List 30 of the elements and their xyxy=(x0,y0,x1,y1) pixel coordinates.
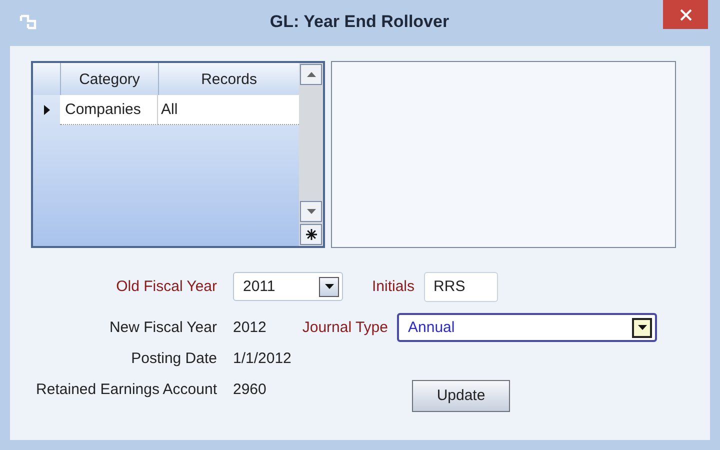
new-row-button[interactable] xyxy=(300,224,322,245)
up-arrow-icon xyxy=(306,72,316,77)
field-label: Retained Earnings Account xyxy=(35,381,217,398)
field-label: Posting Date xyxy=(130,350,217,367)
scrollbar[interactable] xyxy=(299,63,324,246)
field-label: New Fiscal Year xyxy=(108,319,217,336)
initials-field[interactable]: RRS xyxy=(424,272,498,302)
dropdown-arrow-icon xyxy=(638,325,646,330)
field-value: 2960 xyxy=(233,381,268,398)
field-label: Journal Type xyxy=(301,319,388,336)
scroll-up-button[interactable] xyxy=(300,64,322,85)
window-title: GL: Year End Rollover xyxy=(268,12,450,32)
field-label: Initials xyxy=(372,278,415,295)
asterisk-icon xyxy=(306,229,317,240)
table-cell: All xyxy=(158,95,300,125)
down-arrow-icon xyxy=(306,209,316,214)
scroll-down-button[interactable] xyxy=(300,201,322,222)
journal-type-dropdown[interactable]: Annual xyxy=(397,313,657,342)
field-value: 1/1/2012 xyxy=(233,350,292,367)
table-cell: Companies xyxy=(60,95,158,125)
dropdown-arrow-icon xyxy=(324,284,334,289)
row-pointer-icon xyxy=(44,105,50,115)
close-icon xyxy=(680,8,692,20)
update-button[interactable]: Update xyxy=(412,380,510,412)
field-label: Old Fiscal Year xyxy=(115,278,217,295)
close-button[interactable] xyxy=(663,0,708,29)
app-icon xyxy=(19,13,39,31)
grid-row[interactable]: Companies All xyxy=(33,95,300,125)
field-value: 2012 xyxy=(233,319,268,336)
fiscal-year-dropdown[interactable]: 2011 xyxy=(233,272,343,301)
